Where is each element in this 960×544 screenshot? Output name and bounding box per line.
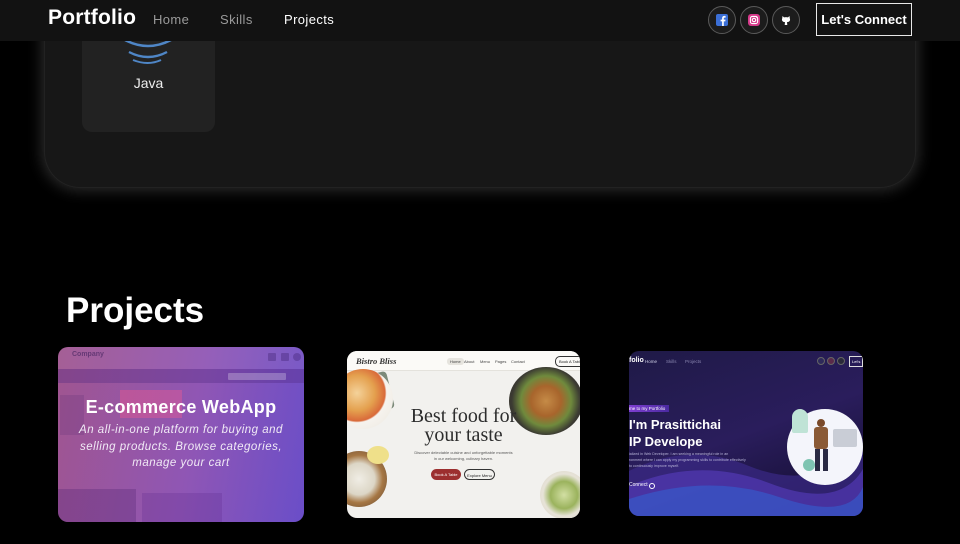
portfolio-preview-menu-item: Home bbox=[645, 359, 658, 364]
portfolio-preview-arrow-icon bbox=[649, 483, 655, 489]
bistro-preview-food-plate bbox=[540, 471, 580, 518]
portfolio-preview-person-head bbox=[817, 419, 825, 427]
skill-label-java: Java bbox=[133, 75, 164, 91]
bistro-preview-subtitle: in our welcoming, culinary haven. bbox=[433, 456, 494, 461]
projects-title: Projects bbox=[66, 291, 205, 330]
ecommerce-preview-product bbox=[58, 489, 136, 522]
bistro-preview-headline: your taste bbox=[424, 424, 503, 446]
bistro-preview-book-table-button: Book A Table bbox=[431, 469, 461, 480]
portfolio-preview-subtitle: ronment where I can apply my programming… bbox=[629, 458, 746, 462]
project-description: An all-in-one platform for buying and se… bbox=[79, 424, 283, 469]
bistro-preview-explore-menu-button: Explore Menu bbox=[464, 469, 495, 480]
ecommerce-preview-github-icon bbox=[293, 353, 301, 361]
ecommerce-preview-product bbox=[142, 493, 222, 522]
bistro-preview-lemon bbox=[367, 446, 389, 464]
project-card-bistro-bliss[interactable]: Bistro Bliss Home About Menu Pages Conta… bbox=[347, 351, 580, 518]
instagram-icon bbox=[748, 14, 760, 26]
portfolio-preview-connect-link: Connect bbox=[629, 482, 648, 488]
project-card-portfolio[interactable]: folio Home Skills Projects Let's me to m… bbox=[629, 351, 863, 516]
nav-link-home[interactable]: Home bbox=[153, 12, 189, 27]
github-icon bbox=[781, 16, 791, 25]
github-button[interactable] bbox=[772, 6, 800, 34]
bistro-preview-menu-item: Contact bbox=[511, 359, 525, 364]
ecommerce-preview-instagram-icon bbox=[281, 353, 289, 361]
portfolio-preview-plant bbox=[792, 409, 808, 433]
portfolio-preview-menu-item: Skills bbox=[666, 359, 677, 364]
portfolio-preview-github-icon bbox=[837, 357, 845, 365]
ecommerce-preview-brand: Company bbox=[72, 351, 104, 358]
portfolio-preview-headline: IP Develope bbox=[629, 434, 703, 449]
project-card-ecommerce[interactable]: Company E-commerce WebApp An all-in-one … bbox=[58, 347, 304, 522]
portfolio-preview-subtitle: ialized in Web Developer. I am seeking a… bbox=[629, 452, 729, 456]
nav-link-skills[interactable]: Skills bbox=[220, 12, 253, 27]
project-title: E-commerce WebApp bbox=[85, 397, 277, 417]
instagram-button[interactable] bbox=[740, 6, 768, 34]
bistro-preview-menu-item: Home bbox=[447, 358, 464, 365]
nav-link-projects[interactable]: Projects bbox=[284, 12, 334, 27]
bistro-preview-subtitle: Discover delectable cuisine and unforget… bbox=[414, 450, 513, 455]
portfolio-preview-monitor bbox=[833, 429, 857, 447]
portfolio-preview-welcome-tag: me to my Portfolio bbox=[629, 405, 670, 412]
portfolio-preview-menu-item: Projects bbox=[685, 359, 702, 364]
portfolio-preview-brand: folio bbox=[629, 357, 644, 364]
bistro-preview-menu-item: Menu bbox=[480, 359, 491, 364]
ecommerce-preview-search-input bbox=[228, 373, 286, 380]
portfolio-preview-subtitle: to continuously improve myself. bbox=[629, 464, 680, 468]
bistro-preview-menu-item: Pages bbox=[495, 359, 507, 364]
portfolio-preview-person-body bbox=[814, 427, 828, 449]
portfolio-preview-person-leg bbox=[815, 449, 820, 471]
portfolio-preview-headline: I'm Prasittichai bbox=[629, 417, 721, 432]
bistro-preview-book-button: Book A Table bbox=[555, 356, 580, 367]
navbar: Portfolio Home Skills Projects Let's Con… bbox=[0, 0, 960, 41]
portfolio-preview-plant bbox=[803, 459, 815, 471]
ecommerce-preview-facebook-icon bbox=[268, 353, 276, 361]
portfolio-preview-person-leg bbox=[823, 449, 828, 471]
facebook-icon bbox=[716, 14, 728, 26]
portfolio-preview-instagram-icon bbox=[827, 357, 835, 365]
facebook-button[interactable] bbox=[708, 6, 736, 34]
lets-connect-button[interactable]: Let's Connect bbox=[816, 3, 912, 36]
bistro-preview-brand: Bistro Bliss bbox=[356, 356, 397, 366]
bistro-preview-menu-item: About bbox=[464, 359, 475, 364]
portfolio-preview-facebook-icon bbox=[817, 357, 825, 365]
portfolio-preview-connect-button: Let's bbox=[849, 356, 863, 367]
brand-logo[interactable]: Portfolio bbox=[48, 6, 136, 30]
